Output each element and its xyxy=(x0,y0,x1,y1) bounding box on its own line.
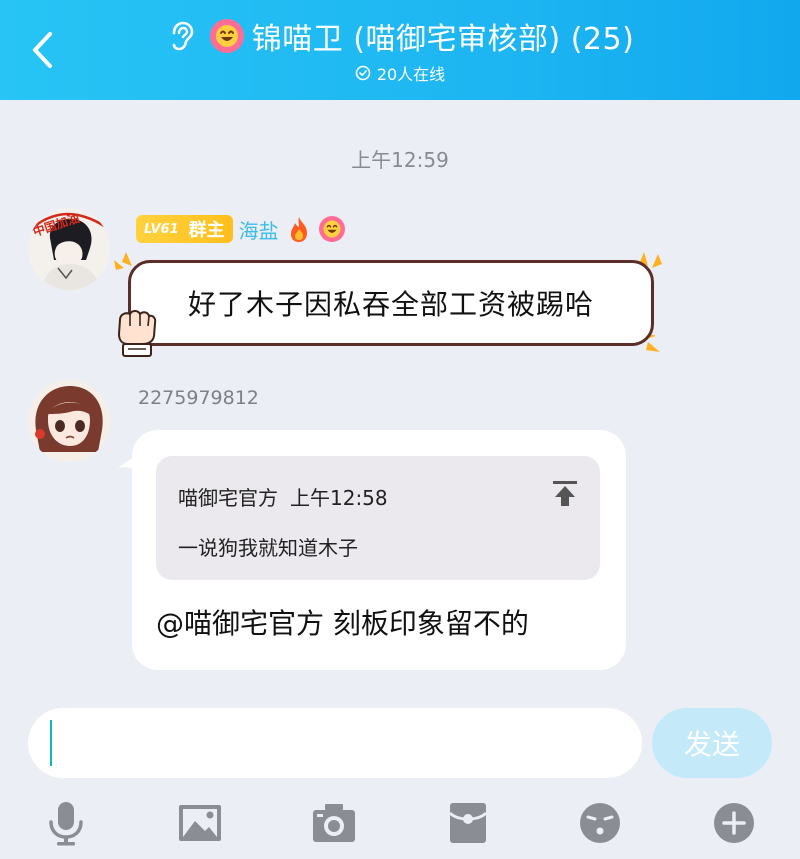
fist-icon xyxy=(117,310,157,357)
voice-button[interactable] xyxy=(40,798,92,848)
camera-icon xyxy=(313,804,355,842)
message-timestamp: 上午12:59 xyxy=(351,148,449,172)
sender-row: LV61 群主 海盐 xyxy=(136,214,345,244)
message-text: @喵御宅官方 刻板印象留不的 xyxy=(156,607,529,640)
text-cursor xyxy=(50,720,52,766)
red-packet-button[interactable] xyxy=(442,798,494,848)
quote-author: 喵御宅官方 xyxy=(178,486,278,510)
message-input[interactable] xyxy=(28,708,642,778)
red-packet-icon xyxy=(448,803,488,843)
input-toolbar xyxy=(0,790,800,856)
send-button[interactable]: 发送 xyxy=(652,708,772,778)
plus-icon xyxy=(714,803,754,843)
image-button[interactable] xyxy=(174,798,226,848)
avatar[interactable] xyxy=(28,380,110,462)
camera-button[interactable] xyxy=(308,798,360,848)
quote-header: 喵御宅官方 上午12:58 xyxy=(178,482,388,511)
message-bubble[interactable]: 好了木子因私吞全部工资被踢哈 xyxy=(128,260,654,346)
online-count: 20人在线 xyxy=(376,65,446,84)
microphone-icon xyxy=(49,802,83,846)
avatar[interactable]: 中国加油 xyxy=(28,208,110,290)
grinning-face-icon xyxy=(318,216,345,242)
grinning-face-icon xyxy=(209,19,244,53)
image-icon xyxy=(179,805,221,841)
check-circle-icon xyxy=(355,65,371,81)
role-text: 群主 xyxy=(188,220,225,241)
message-bubble[interactable]: 喵御宅官方 上午12:58 一说狗我就知道木子 @喵御宅官方 刻板印象留不的 xyxy=(132,430,626,670)
emoji-icon xyxy=(580,803,620,843)
avatar-image xyxy=(28,380,110,462)
sender-name[interactable]: 海盐 xyxy=(239,215,279,244)
fire-icon xyxy=(285,215,313,243)
group-title: 锦喵卫 (喵御宅审核部) (25) xyxy=(251,22,635,57)
quote-time: 上午12:58 xyxy=(290,486,388,510)
quote-text: 一说狗我就知道木子 xyxy=(178,536,358,560)
level-badge: LV61 群主 xyxy=(136,215,233,243)
quoted-message[interactable]: 喵御宅官方 上午12:58 一说狗我就知道木子 xyxy=(156,456,600,580)
sender-name[interactable]: 2275979812 xyxy=(138,387,259,409)
message-text: 好了木子因私吞全部工资被踢哈 xyxy=(187,288,594,321)
ear-mode-icon[interactable] xyxy=(166,21,196,51)
message-bubble-wrapper: 好了木子因私吞全部工资被踢哈 xyxy=(106,246,672,358)
jump-to-original-icon[interactable] xyxy=(550,478,580,508)
chat-header: 锦喵卫 (喵御宅审核部) (25) 20人在线 xyxy=(0,0,800,100)
emoji-button[interactable] xyxy=(574,798,626,848)
online-status[interactable]: 20人在线 xyxy=(0,62,800,84)
level-text: LV61 xyxy=(144,221,179,237)
group-title-row[interactable]: 锦喵卫 (喵御宅审核部) (25) xyxy=(0,14,800,58)
more-button[interactable] xyxy=(708,798,760,848)
